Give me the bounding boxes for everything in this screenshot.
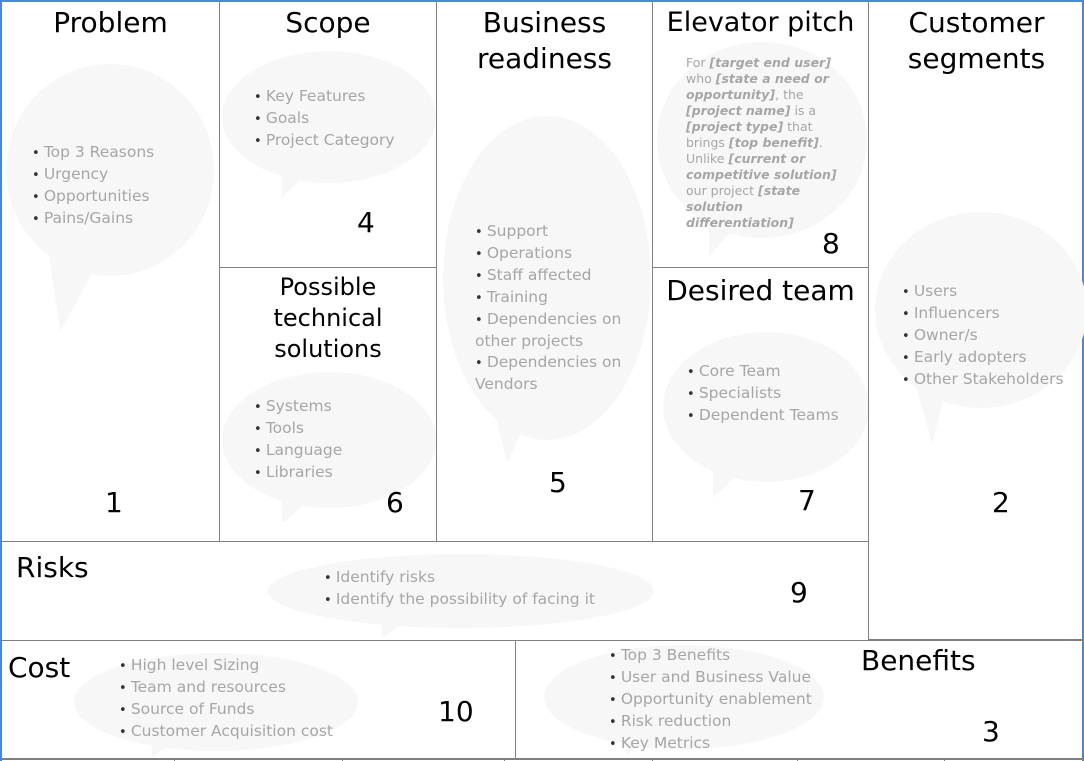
hint-item: Owner/s [902, 325, 1064, 347]
hint-item: Early adopters [902, 347, 1064, 369]
hint-item: Operations [475, 243, 625, 265]
title-line: Customer [908, 6, 1045, 39]
hint-item: Top 3 Benefits [609, 645, 812, 667]
section-title: Business readiness [437, 5, 652, 77]
hint-item: Libraries [254, 462, 342, 484]
section-title: Desired team [666, 274, 855, 307]
hint-list: Key FeaturesGoalsProject Category [254, 86, 395, 152]
hint-item: Training [475, 287, 625, 309]
bubble-tail [282, 162, 318, 198]
section-number: 5 [549, 466, 567, 499]
section-number: 1 [105, 486, 123, 519]
hint-item: Language [254, 440, 343, 462]
hint-item: User and Business Value [609, 667, 812, 689]
section-title: Problem [53, 6, 168, 39]
hint-list: UsersInfluencersOwner/sEarly adoptersOth… [902, 281, 1064, 391]
section-business-readiness[interactable]: Business readiness SupportOperationsStaf… [436, 2, 653, 542]
title-line: technical [273, 304, 383, 332]
section-technical-solutions[interactable]: Possible technical solutions SystemsTool… [219, 267, 437, 542]
hint-item: Support [475, 221, 625, 243]
section-elevator-pitch[interactable]: Elevator pitch For [target end user] who… [652, 2, 869, 268]
hint-list: SystemsToolsLanguageLibraries [254, 396, 343, 484]
hint-list: Core TeamSpecialistsDependent Teams [687, 361, 839, 427]
hint-item: Identify the possibility of facing it [324, 589, 595, 611]
bubble-tail [36, 248, 102, 336]
title-line: segments [907, 42, 1046, 75]
hint-item: Key Metrics [609, 733, 812, 755]
section-desired-team[interactable]: Desired team Core TeamSpecialistsDepende… [652, 267, 869, 542]
hint-item: Other Stakeholders [902, 369, 1064, 391]
pitch-template-text: For [target end user] who [state a need … [686, 55, 846, 231]
section-number: 8 [822, 227, 840, 260]
section-number: 6 [386, 486, 404, 519]
hint-list: Top 3 BenefitsUser and Business ValueOpp… [609, 645, 812, 755]
hint-item: Staff affected [475, 265, 625, 287]
bubble-tail [282, 488, 322, 524]
hint-item: Goals [254, 108, 395, 130]
pitch-text-segment: For [686, 55, 710, 70]
hint-item: Customer Acquisition cost [119, 721, 333, 743]
section-benefits[interactable]: Benefits Top 3 BenefitsUser and Business… [515, 640, 1084, 759]
hint-item: Users [902, 281, 1064, 303]
section-risks[interactable]: Risks Identify risksIdentify the possibi… [2, 541, 869, 641]
section-number: 2 [992, 486, 1010, 519]
hint-item: Dependencies on other projects [475, 309, 625, 352]
section-scope[interactable]: Scope Key FeaturesGoalsProject Category … [219, 2, 437, 268]
hint-item: Opportunity enablement [609, 689, 812, 711]
pitch-text-segment: who [686, 71, 716, 86]
section-number: 10 [438, 695, 474, 728]
pitch-placeholder: [top benefit] [728, 135, 819, 150]
hint-item: Source of Funds [119, 699, 333, 721]
section-number: 7 [798, 484, 816, 517]
hint-item: Risk reduction [609, 711, 812, 733]
section-number: 4 [357, 206, 375, 239]
section-number: 9 [790, 576, 808, 609]
title-line: solutions [274, 335, 382, 363]
hint-item: Influencers [902, 303, 1064, 325]
project-canvas: Problem Top 3 ReasonsUrgencyOpportunitie… [0, 0, 1084, 761]
section-title: Customer segments [869, 5, 1084, 77]
bottom-row-divider [2, 759, 1084, 760]
bubble-tail [713, 462, 751, 498]
hint-item: Dependencies on Vendors [475, 352, 625, 395]
hint-item: Pains/Gains [32, 208, 154, 230]
pitch-placeholder: [project type] [686, 119, 784, 134]
section-title: Risks [16, 551, 89, 584]
title-line: readiness [477, 42, 612, 75]
section-title: Possible technical solutions [220, 272, 436, 365]
hint-list: SupportOperationsStaff affectedTrainingD… [475, 221, 625, 395]
hint-item: Tools [254, 418, 342, 440]
section-title: Cost [8, 651, 71, 684]
bubble-tail [493, 399, 543, 465]
title-line: Business [482, 6, 607, 39]
pitch-placeholder: [target end user] [709, 55, 831, 70]
pitch-text-segment: is a [790, 103, 817, 118]
hint-item: Core Team [687, 361, 839, 383]
hint-item: Specialists [687, 383, 839, 405]
hint-item: Dependent Teams [687, 405, 839, 427]
hint-item: Key Features [254, 86, 395, 108]
section-title: Elevator pitch [666, 7, 855, 38]
section-number: 3 [982, 715, 1000, 748]
hint-item: Urgency [32, 164, 154, 186]
pitch-text-segment: our project [686, 183, 759, 198]
section-cost[interactable]: Cost High level SizingTeam and resources… [2, 640, 516, 759]
section-title: Scope [285, 6, 371, 39]
section-problem[interactable]: Problem Top 3 ReasonsUrgencyOpportunitie… [2, 2, 220, 542]
hint-item: Systems [254, 396, 342, 418]
section-customer-segments[interactable]: Customer segments UsersInfluencersOwner/… [868, 2, 1084, 640]
bubble-tail [382, 616, 416, 638]
hint-item: Project Category [254, 130, 395, 152]
hint-list: Top 3 ReasonsUrgencyOpportunitiesPains/G… [32, 142, 154, 230]
hint-item: Opportunities [32, 186, 154, 208]
section-title: Benefits [861, 644, 976, 677]
pitch-text-segment: , the [775, 87, 804, 102]
title-line: Possible [279, 273, 377, 301]
pitch-placeholder: [project name] [686, 103, 791, 118]
hint-item: Top 3 Reasons [32, 142, 154, 164]
